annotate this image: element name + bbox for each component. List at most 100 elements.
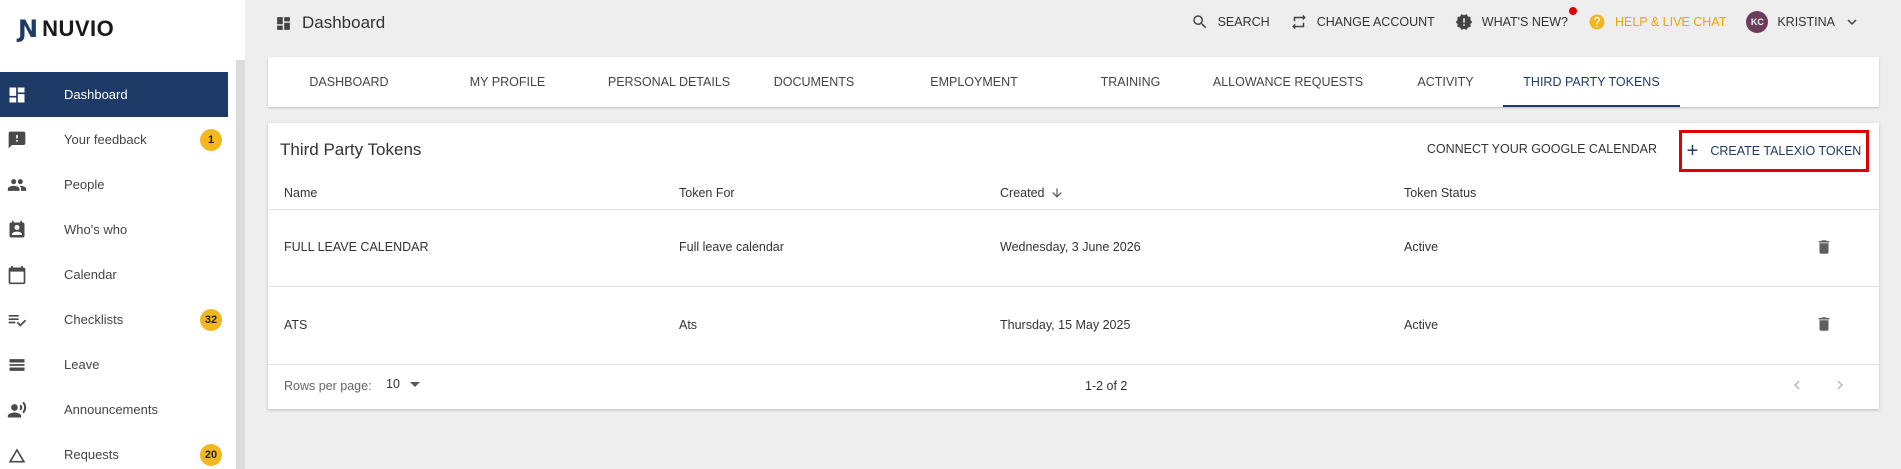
divider — [268, 364, 1879, 365]
checklist-icon — [0, 297, 64, 342]
page-title-group: Dashboard — [275, 13, 385, 33]
column-header-name[interactable]: Name — [284, 186, 317, 200]
tab-training[interactable]: TRAINING — [1073, 57, 1188, 107]
sidebar-item-label: Leave — [64, 357, 100, 372]
divider — [268, 209, 1879, 210]
people-icon — [0, 162, 64, 207]
sidebar-item-announcements[interactable]: Announcements — [0, 387, 228, 432]
tab-allowance-requests[interactable]: ALLOWANCE REQUESTS — [1188, 57, 1388, 107]
column-header-token-status[interactable]: Token Status — [1404, 186, 1476, 200]
sidebar-item-label: Requests — [64, 447, 119, 462]
sidebar-item-label: Calendar — [64, 267, 117, 282]
plus-icon: + — [1686, 140, 1699, 162]
tab-personal-details[interactable]: PERSONAL DETAILS — [585, 57, 753, 107]
whats-new-label: WHAT'S NEW? — [1481, 15, 1568, 29]
next-page-button[interactable] — [1830, 375, 1850, 395]
tab-my-profile[interactable]: MY PROFILE — [430, 57, 585, 107]
cell-token-for: Ats — [679, 318, 698, 332]
page-title: Dashboard — [302, 13, 386, 32]
chevron-right-icon — [1837, 380, 1843, 390]
cell-created: Thursday, 15 May 2025 — [1000, 318, 1131, 332]
dashboard-icon — [0, 72, 64, 117]
count-badge: 20 — [200, 443, 222, 466]
notification-dot — [1568, 7, 1577, 15]
delete-button[interactable] — [1815, 238, 1833, 261]
sidebar-item-label: Dashboard — [64, 87, 128, 102]
search-label: SEARCH — [1217, 15, 1270, 29]
help-label: HELP & LIVE CHAT — [1614, 15, 1727, 29]
leave-icon — [0, 342, 64, 387]
column-header-label: Created — [1000, 186, 1045, 200]
sidebar-item-whos-who[interactable]: Who's who — [0, 207, 228, 252]
sidebar-item-label: Who's who — [64, 222, 128, 237]
rows-per-page-value: 10 — [386, 377, 400, 391]
delete-button[interactable] — [1815, 315, 1833, 338]
logo-text: NUVIO — [42, 16, 115, 41]
tab-employment[interactable]: EMPLOYMENT — [875, 57, 1073, 107]
search-icon — [1192, 15, 1206, 29]
trash-icon — [1818, 240, 1830, 254]
third-party-tokens-card: Third Party Tokens CONNECT YOUR GOOGLE C… — [268, 123, 1879, 409]
sidebar-item-calendar[interactable]: Calendar — [0, 252, 228, 297]
connect-google-calendar-button[interactable]: CONNECT YOUR GOOGLE CALENDAR — [1427, 142, 1657, 156]
search-button[interactable]: SEARCH — [1191, 13, 1270, 31]
rows-per-page-select[interactable]: 10 — [386, 377, 420, 391]
help-icon — [1589, 14, 1605, 30]
sidebar-item-label: Announcements — [64, 402, 158, 417]
sidebar-item-your-feedback[interactable]: Your feedback 1 — [0, 117, 228, 162]
contact-card-icon — [0, 207, 64, 252]
sidebar-scrollbar[interactable] — [236, 60, 245, 469]
new-badge-icon — [1455, 14, 1473, 30]
sidebar-item-label: Checklists — [64, 312, 124, 327]
rows-per-page-label: Rows per page: — [284, 379, 372, 393]
sidebar-nav: Dashboard Your feedback 1 People Who's w… — [0, 72, 228, 469]
card-title: Third Party Tokens — [280, 140, 422, 159]
sidebar-item-label: People — [64, 177, 105, 192]
dashboard-icon — [277, 16, 290, 30]
cell-created: Wednesday, 3 June 2026 — [1000, 240, 1141, 254]
logo-mark-icon: Ɲ — [18, 15, 39, 43]
sidebar-item-label: Your feedback — [64, 132, 147, 147]
cell-name: FULL LEAVE CALENDAR — [284, 240, 429, 254]
tab-dashboard[interactable]: DASHBOARD — [268, 57, 430, 107]
whats-new-button[interactable]: WHAT'S NEW? — [1455, 7, 1577, 31]
tab-third-party-tokens[interactable]: THIRD PARTY TOKENS — [1503, 57, 1680, 107]
arrow-down-icon — [1052, 188, 1063, 198]
cell-token-for: Full leave calendar — [679, 240, 784, 254]
change-account-button[interactable]: CHANGE ACCOUNT — [1290, 13, 1435, 31]
chevron-down-icon — [1847, 19, 1857, 25]
sidebar-item-requests[interactable]: Requests 20 — [0, 432, 228, 469]
announcements-icon — [0, 387, 64, 432]
divider — [268, 286, 1879, 287]
previous-page-button[interactable] — [1787, 375, 1807, 395]
sidebar-item-people[interactable]: People — [0, 162, 228, 207]
caret-down-icon — [409, 381, 420, 387]
top-actions: SEARCH CHANGE ACCOUNT WHAT'S NEW? HELP &… — [1171, 7, 1861, 33]
cell-name: ATS — [284, 318, 308, 332]
feedback-icon — [0, 117, 64, 162]
create-token-label: CREATE TALEXIO TOKEN — [1710, 144, 1862, 158]
create-talexio-token-button[interactable]: + CREATE TALEXIO TOKEN — [1679, 130, 1869, 172]
sidebar-item-checklists[interactable]: Checklists 32 — [0, 297, 228, 342]
requests-icon — [0, 432, 64, 469]
top-bar: Dashboard SEARCH CHANGE ACCOUNT WHAT'S N… — [245, 0, 1901, 46]
cell-status: Active — [1404, 318, 1439, 332]
sidebar-item-dashboard[interactable]: Dashboard — [0, 72, 228, 117]
chevron-left-icon — [1794, 380, 1800, 390]
user-menu-button[interactable]: KC KRISTINA — [1746, 11, 1861, 33]
brand-logo[interactable]: Ɲ NUVIO — [18, 15, 115, 43]
help-live-chat-button[interactable]: HELP & LIVE CHAT — [1588, 13, 1726, 31]
change-account-label: CHANGE ACCOUNT — [1316, 15, 1435, 29]
sidebar-item-leave[interactable]: Leave — [0, 342, 228, 387]
count-badge: 32 — [200, 308, 222, 331]
trash-icon — [1818, 317, 1830, 331]
tab-activity[interactable]: ACTIVITY — [1388, 57, 1503, 107]
cell-status: Active — [1404, 240, 1439, 254]
pagination-range: 1-2 of 2 — [1085, 379, 1128, 393]
profile-tabs: DASHBOARD MY PROFILE PERSONAL DETAILS DO… — [268, 57, 1879, 107]
sidebar: Ɲ NUVIO Dashboard Your feedback 1 People… — [0, 0, 245, 469]
column-header-token-for[interactable]: Token For — [679, 186, 735, 200]
tab-documents[interactable]: DOCUMENTS — [753, 57, 875, 107]
column-header-created[interactable]: Created — [1000, 186, 1064, 200]
avatar: KC — [1746, 11, 1769, 33]
